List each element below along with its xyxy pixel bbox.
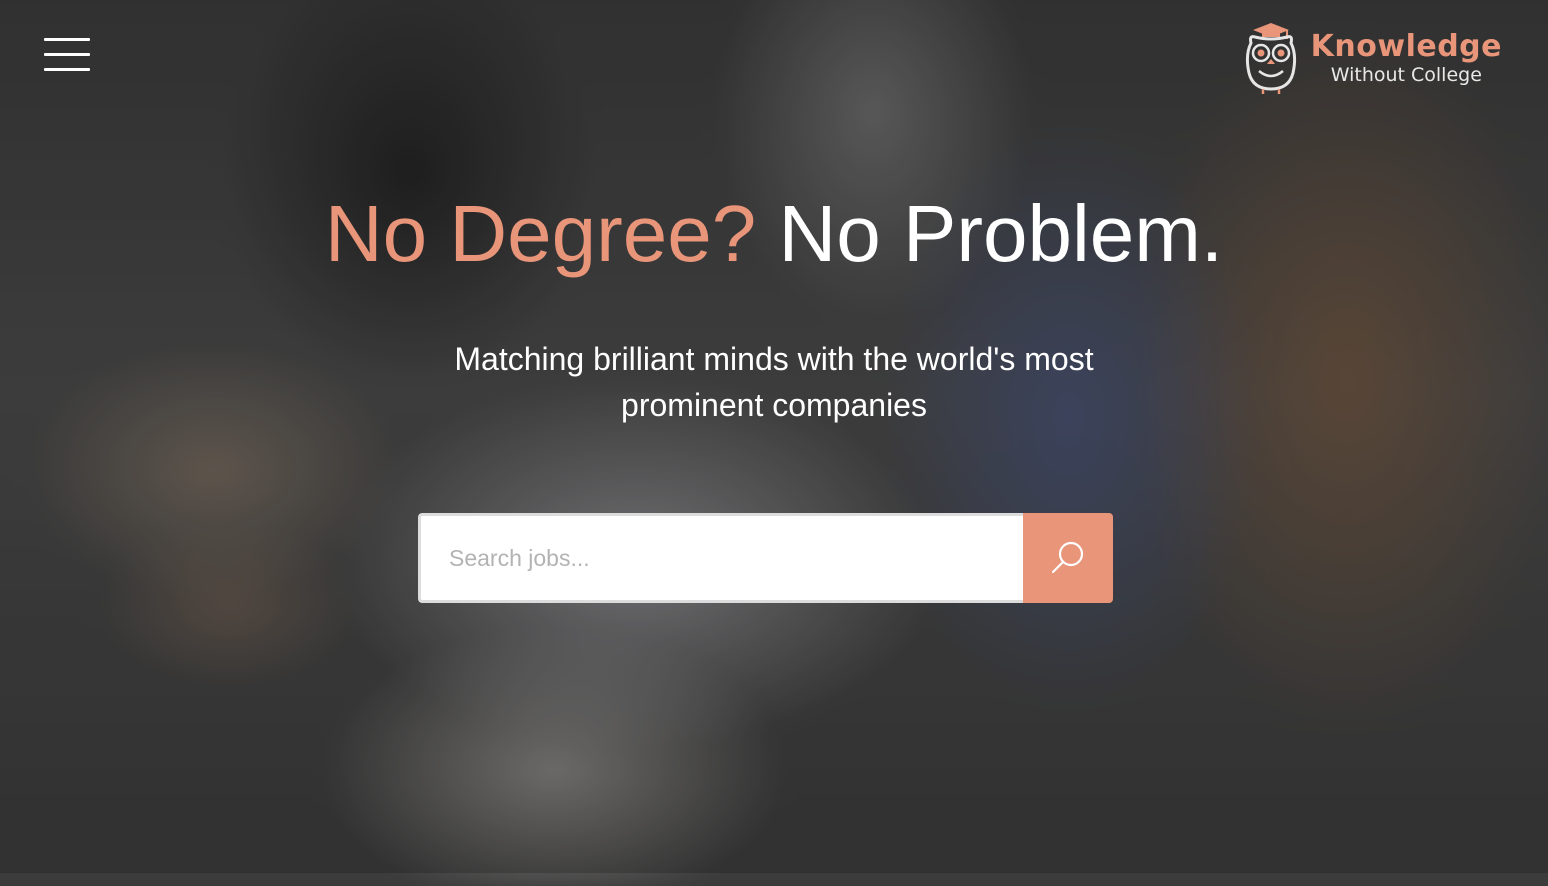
search-button[interactable] (1023, 513, 1113, 603)
background-overlay (0, 0, 1548, 873)
logo-title: Knowledge (1310, 29, 1502, 64)
hero-title: No Degree? No Problem. (0, 188, 1548, 280)
menu-bar (44, 38, 90, 41)
search-icon (1051, 541, 1084, 574)
job-search-bar (418, 513, 1113, 603)
menu-bar (44, 53, 90, 56)
hamburger-menu-icon[interactable] (44, 38, 90, 74)
logo-subtitle: Without College (1330, 64, 1482, 86)
hero-subtitle: Matching brilliant minds with the world'… (454, 341, 1094, 423)
site-logo[interactable]: Knowledge Without College (1243, 20, 1502, 96)
search-input[interactable] (418, 513, 1023, 603)
menu-bar (44, 68, 90, 71)
owl-graduation-icon (1245, 23, 1296, 94)
hero-title-accent: No Degree? (324, 189, 757, 278)
hero-title-rest: No Problem. (778, 189, 1224, 278)
